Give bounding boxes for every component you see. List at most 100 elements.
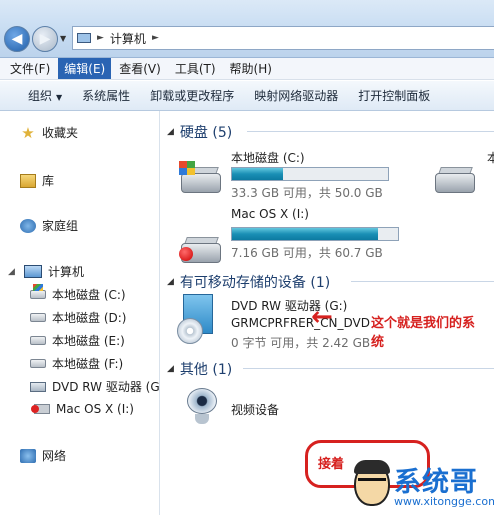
system-properties-button[interactable]: 系统属性 bbox=[72, 87, 140, 104]
nav-computer[interactable]: ◢ 计算机 bbox=[8, 263, 84, 280]
nav-computer-label: 计算机 bbox=[48, 265, 85, 279]
mascot-glasses-icon bbox=[358, 478, 386, 486]
drive-item-c[interactable]: 本地磁盘 (C:) 33.3 GB 可用，共 50.0 GB bbox=[161, 111, 391, 200]
computer-icon bbox=[77, 33, 91, 43]
star-icon: ★ bbox=[21, 123, 35, 142]
drive-space-info: 0 字节 可用，共 2.42 GB bbox=[231, 336, 371, 350]
nav-drive-label: 本地磁盘 (C:) bbox=[52, 288, 126, 302]
window-titlebar: ◀ ▶ ▼ ► 计算机 ► bbox=[0, 0, 494, 58]
nav-drive-label: DVD RW 驱动器 (G bbox=[52, 380, 160, 394]
mascot-hair-icon bbox=[354, 460, 390, 474]
collapse-arrow-icon[interactable]: ◢ bbox=[167, 364, 174, 374]
open-control-panel-button[interactable]: 打开控制面板 bbox=[348, 87, 440, 104]
system-drive-icon bbox=[179, 161, 221, 195]
caret-down-icon: ▼ bbox=[56, 93, 63, 102]
nav-libraries-label: 库 bbox=[42, 174, 55, 188]
nav-libraries[interactable]: 库 bbox=[20, 172, 54, 189]
device-item-camera[interactable]: 视频设备 bbox=[161, 383, 301, 433]
nav-network-label: 网络 bbox=[42, 449, 67, 463]
mac-drive-icon bbox=[179, 231, 221, 265]
nav-drive-label: 本地磁盘 (E:) bbox=[52, 334, 125, 348]
nav-drive-i[interactable]: Mac OS X (I:) bbox=[31, 402, 134, 416]
menu-bar: 文件(F) 编辑(E) 查看(V) 工具(T) 帮助(H) bbox=[0, 58, 494, 80]
logo-brand: 系统哥 bbox=[394, 467, 478, 498]
group-header-label: 有可移动存储的设备 (1) bbox=[179, 275, 331, 291]
group-divider bbox=[351, 281, 494, 282]
nav-drive-e[interactable]: 本地磁盘 (E:) bbox=[30, 332, 125, 349]
drive-usage-fill bbox=[232, 228, 379, 240]
arrow-right-icon: ▶ bbox=[39, 31, 51, 47]
nav-favorites-label: 收藏夹 bbox=[42, 126, 79, 140]
drive-item-dvd[interactable]: DVD RW 驱动器 (G:) GRMCPRFRER_CN_DVD 0 字节 可… bbox=[161, 291, 381, 351]
chevron-right-icon[interactable]: ► bbox=[152, 33, 159, 43]
menu-tools[interactable]: 工具(T) bbox=[169, 58, 222, 79]
nav-drive-f[interactable]: 本地磁盘 (F:) bbox=[30, 355, 123, 372]
webcam-icon bbox=[187, 388, 217, 424]
nav-drive-label: 本地磁盘 (D:) bbox=[52, 311, 127, 325]
annotation-note: 这个就是我们的系 统 bbox=[371, 314, 493, 352]
drive-name: 本地磁盘 (C:) bbox=[231, 151, 305, 165]
device-name: 视频设备 bbox=[231, 403, 280, 417]
menu-file[interactable]: 文件(F) bbox=[4, 58, 56, 79]
uninstall-program-button[interactable]: 卸载或更改程序 bbox=[140, 87, 244, 104]
drive-name: 本 bbox=[487, 151, 494, 165]
address-bar[interactable]: ► 计算机 ► bbox=[72, 26, 494, 50]
nav-favorites[interactable]: ★ 收藏夹 bbox=[20, 124, 78, 141]
drive-icon bbox=[30, 336, 46, 345]
system-drive-icon bbox=[30, 284, 46, 299]
breadcrumb-computer[interactable]: 计算机 bbox=[110, 30, 146, 47]
drive-name: Mac OS X (I:) bbox=[231, 207, 309, 221]
mac-drive-icon bbox=[31, 404, 50, 414]
library-icon bbox=[20, 173, 36, 188]
nav-homegroup[interactable]: 家庭组 bbox=[20, 217, 78, 234]
dvd-disc-icon bbox=[177, 294, 217, 344]
drive-space-info: 33.3 GB 可用，共 50.0 GB bbox=[231, 186, 383, 200]
annotation-bottom-note: 接着 bbox=[318, 457, 345, 472]
site-logo: 系统哥 www.xitongge.com bbox=[354, 460, 494, 515]
drive-icon bbox=[30, 359, 46, 368]
organize-button[interactable]: 组织 ▼ bbox=[18, 87, 72, 104]
menu-help[interactable]: 帮助(H) bbox=[224, 58, 278, 79]
dvd-drive-icon bbox=[30, 381, 46, 392]
nav-drive-label: 本地磁盘 (F:) bbox=[52, 357, 124, 371]
command-bar: 组织 ▼ 系统属性 卸载或更改程序 映射网络驱动器 打开控制面板 bbox=[0, 81, 494, 111]
annotation-line: 这个就是我们的系 bbox=[371, 316, 476, 331]
nav-network[interactable]: 网络 bbox=[20, 447, 66, 464]
arrow-left-icon: ◀ bbox=[11, 31, 23, 47]
collapse-arrow-icon[interactable]: ◢ bbox=[167, 277, 174, 287]
annotation-arrow-icon: ← bbox=[311, 302, 333, 332]
group-removable-storage[interactable]: ◢ 有可移动存储的设备 (1) bbox=[167, 272, 330, 292]
nav-homegroup-label: 家庭组 bbox=[42, 219, 79, 233]
nav-drive-d[interactable]: 本地磁盘 (D:) bbox=[30, 309, 126, 326]
drive-usage-bar bbox=[231, 167, 389, 181]
drive-icon bbox=[433, 161, 475, 195]
drive-item-i[interactable]: Mac OS X (I:) 7.16 GB 可用，共 60.7 GB bbox=[161, 207, 401, 267]
annotation-line: 统 bbox=[371, 335, 385, 350]
chevron-right-icon[interactable]: ► bbox=[97, 33, 104, 43]
menu-view[interactable]: 查看(V) bbox=[113, 58, 167, 79]
computer-icon bbox=[24, 265, 42, 278]
expand-arrow-icon[interactable]: ◢ bbox=[8, 267, 18, 277]
menu-edit[interactable]: 编辑(E) bbox=[58, 58, 112, 79]
drive-volume-label: GRMCPRFRER_CN_DVD bbox=[231, 316, 370, 330]
nav-drive-label: Mac OS X (I:) bbox=[56, 402, 134, 416]
network-icon bbox=[20, 448, 36, 463]
map-network-drive-button[interactable]: 映射网络驱动器 bbox=[244, 87, 348, 104]
homegroup-icon bbox=[20, 218, 36, 233]
drive-usage-bar bbox=[231, 227, 399, 241]
group-other[interactable]: ◢ 其他 (1) bbox=[167, 359, 232, 379]
recent-pages-dropdown[interactable]: ▼ bbox=[60, 34, 66, 43]
navigation-pane: ★ 收藏夹 库 家庭组 ◢ 计算机 本地磁盘 (C:) 本地磁盘 (D:) 本地… bbox=[0, 111, 160, 515]
organize-label: 组织 bbox=[28, 89, 53, 103]
logo-url: www.xitongge.com bbox=[394, 495, 494, 508]
group-divider bbox=[243, 368, 494, 369]
drive-space-info: 7.16 GB 可用，共 60.7 GB bbox=[231, 246, 383, 260]
drive-icon bbox=[30, 313, 46, 322]
nav-drive-g[interactable]: DVD RW 驱动器 (G bbox=[30, 378, 160, 395]
forward-button[interactable]: ▶ bbox=[32, 26, 58, 52]
back-button[interactable]: ◀ bbox=[4, 26, 30, 52]
nav-drive-c[interactable]: 本地磁盘 (C:) bbox=[30, 284, 126, 303]
drive-item-cutoff[interactable]: 本 bbox=[431, 149, 494, 193]
group-header-label: 其他 (1) bbox=[179, 362, 233, 378]
drive-usage-fill bbox=[232, 168, 284, 180]
